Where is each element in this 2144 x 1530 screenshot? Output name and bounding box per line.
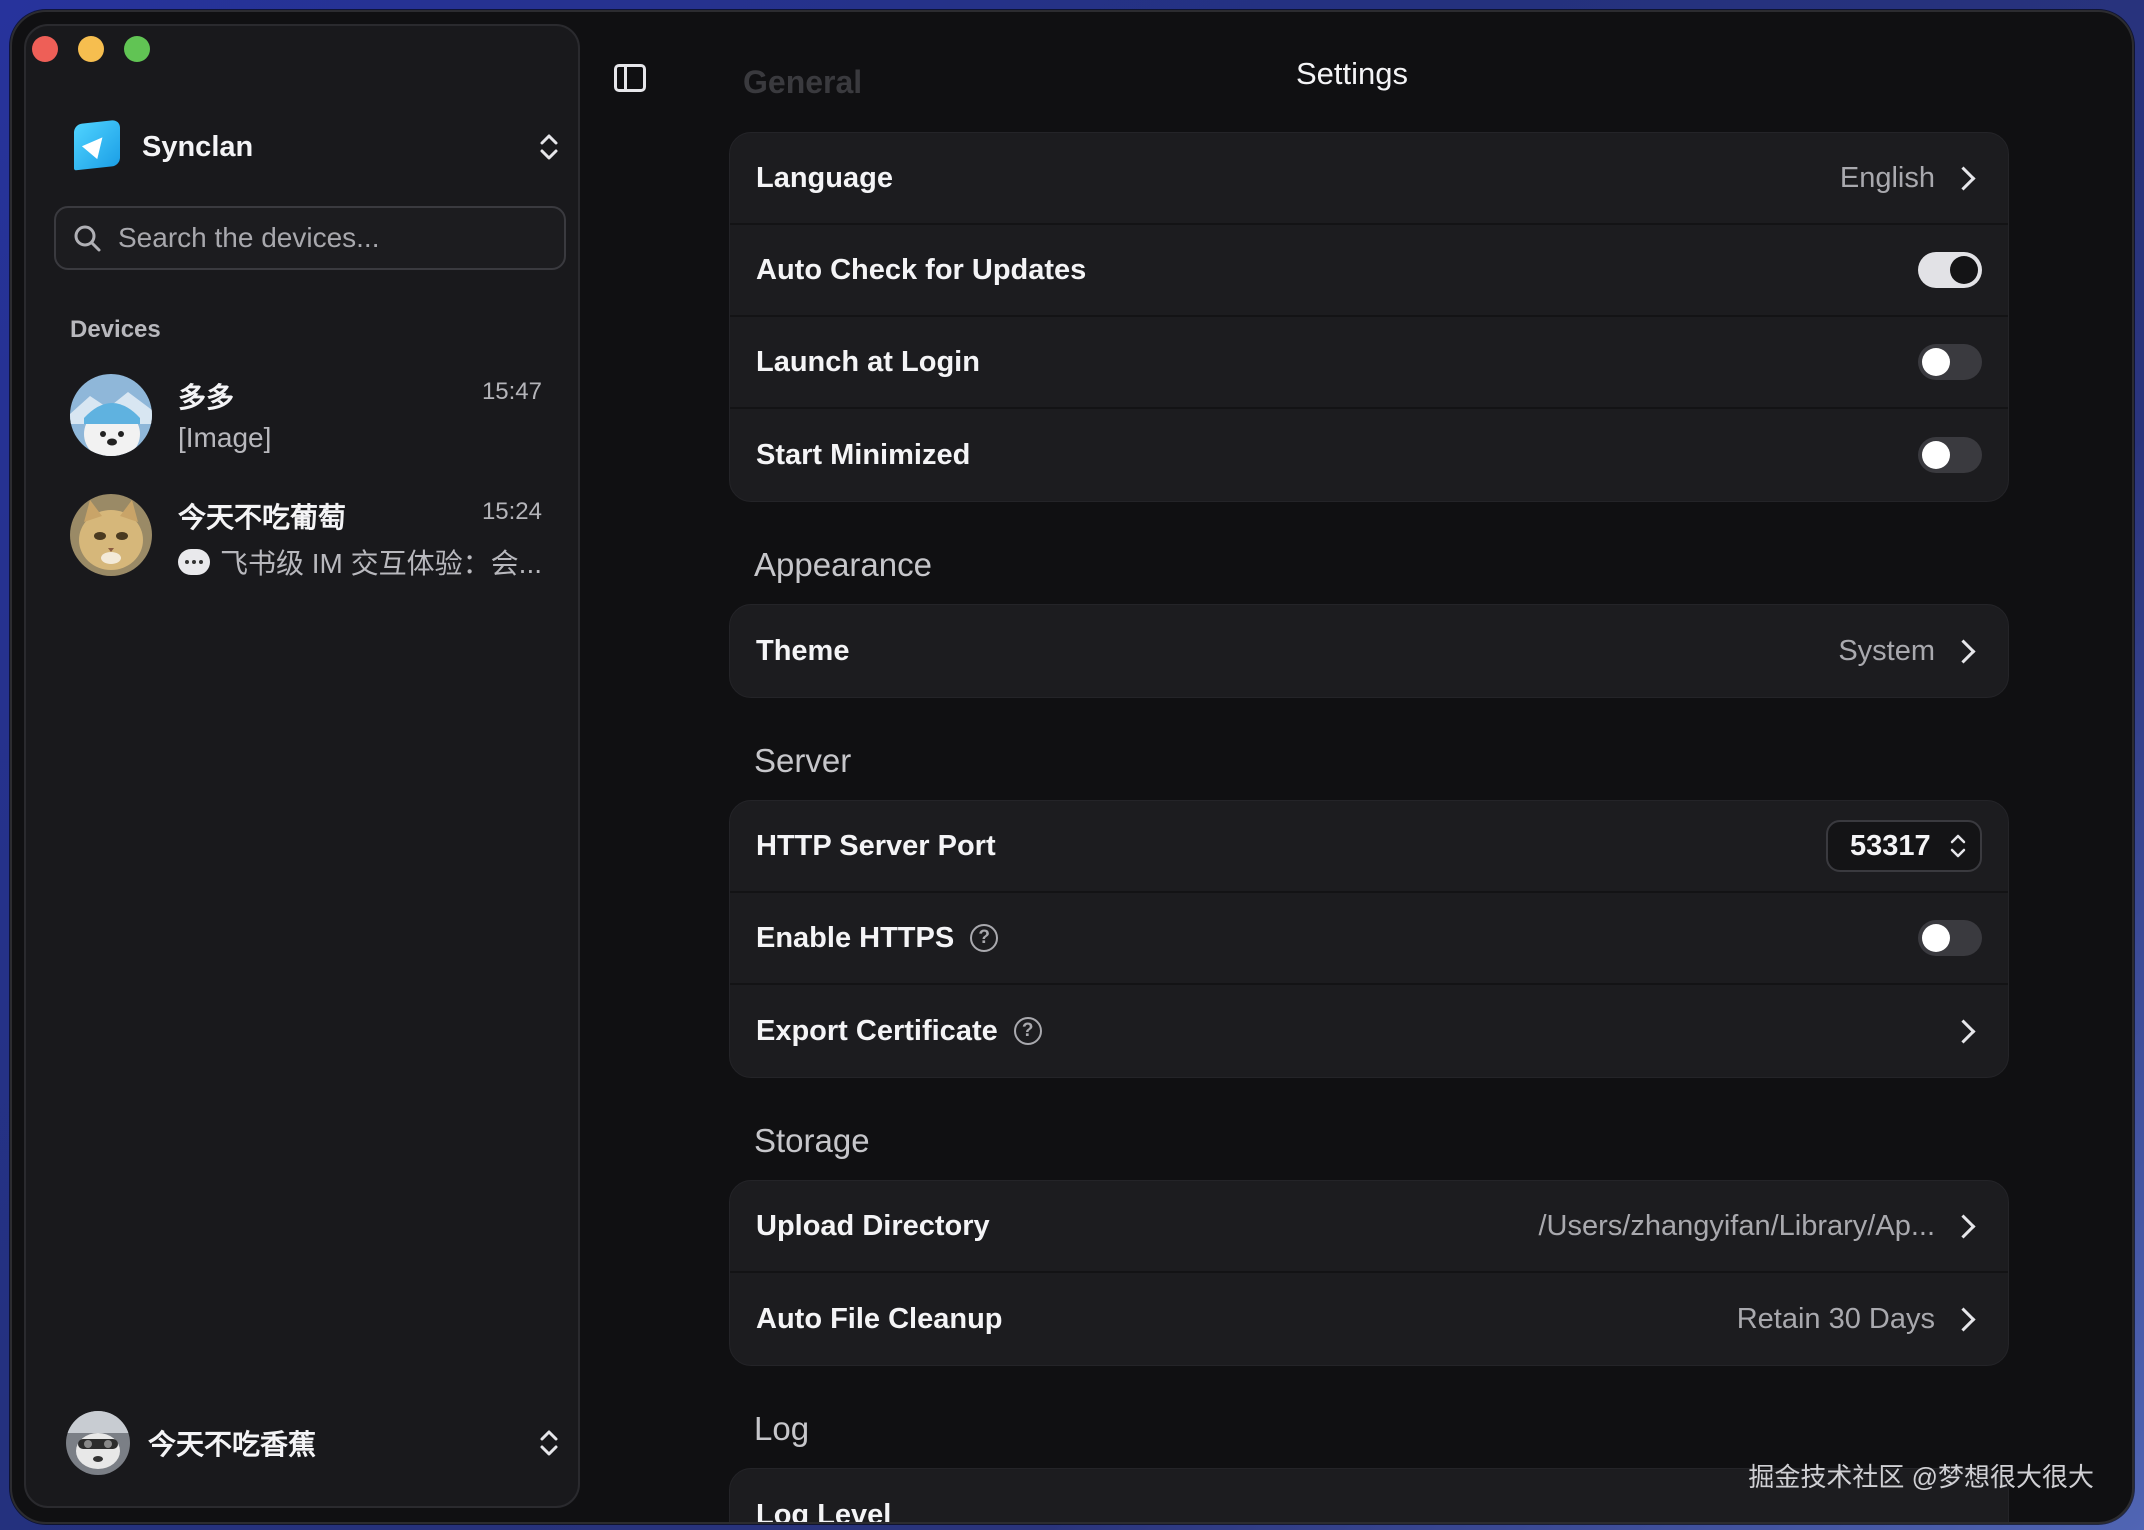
- preview-text: 飞书级 IM 交互体验：会...: [220, 548, 543, 579]
- search-icon: [74, 225, 101, 252]
- chevron-right-icon: [1951, 1306, 1976, 1332]
- chevron-right-icon: [1951, 1213, 1976, 1239]
- chevron-up-down-icon[interactable]: [1948, 830, 1968, 862]
- device-name: 今天不吃葡萄: [178, 502, 347, 533]
- http-port-label: HTTP Server Port: [756, 829, 996, 862]
- current-user-name: 今天不吃香蕉: [148, 1429, 317, 1460]
- storage-settings-card: Upload Directory /Users/zhangyifan/Libra…: [729, 1180, 2009, 1366]
- language-label: Language: [756, 161, 893, 194]
- device-item[interactable]: 今天不吃葡萄 15:24 飞书级 IM 交互体验：会...: [66, 486, 564, 582]
- avatar: [70, 374, 152, 456]
- enable-https-label: Enable HTTPS: [756, 921, 955, 954]
- export-certificate-row[interactable]: Export Certificate ?: [730, 985, 2008, 1077]
- enable-https-label-group: Enable HTTPS ?: [756, 921, 999, 955]
- devices-section-label: Devices: [70, 316, 161, 343]
- page-title: Settings: [1295, 56, 1408, 91]
- device-message-preview: [Image]: [178, 422, 271, 454]
- general-settings-card: Language English Auto Check for Updates …: [729, 132, 2009, 502]
- avatar: [70, 494, 152, 576]
- port-stepper[interactable]: [1826, 820, 1982, 872]
- storage-section-title: Storage: [754, 1122, 870, 1159]
- auto-update-row: Auto Check for Updates: [730, 225, 2008, 317]
- auto-update-toggle[interactable]: [1918, 252, 1982, 288]
- log-section-title: Log: [754, 1410, 810, 1447]
- auto-update-label: Auto Check for Updates: [756, 253, 1087, 286]
- chevron-right-icon: [1951, 165, 1976, 191]
- port-input[interactable]: [1848, 828, 1936, 864]
- upload-directory-value: /Users/zhangyifan/Library/Ap...: [1538, 1209, 1935, 1242]
- close-window-button[interactable]: [32, 36, 58, 62]
- start-minimized-row: Start Minimized: [730, 409, 2008, 501]
- server-settings-card: HTTP Server Port Enable HTTPS ?: [729, 800, 2009, 1078]
- help-icon[interactable]: ?: [970, 924, 999, 952]
- app-switcher[interactable]: Synclan: [74, 114, 564, 180]
- language-value: English: [1839, 161, 1935, 194]
- device-search[interactable]: [54, 206, 566, 270]
- chat-bubble-icon: [178, 549, 210, 575]
- device-time: 15:24: [481, 498, 542, 525]
- http-port-row: HTTP Server Port: [730, 801, 2008, 893]
- enable-https-toggle[interactable]: [1918, 920, 1982, 956]
- upload-directory-label: Upload Directory: [756, 1209, 990, 1242]
- theme-label: Theme: [756, 634, 850, 667]
- upload-directory-row[interactable]: Upload Directory /Users/zhangyifan/Libra…: [730, 1181, 2008, 1273]
- app-window: Synclan Devices 多多: [10, 10, 2134, 1524]
- launch-at-login-label: Launch at Login: [756, 345, 980, 378]
- start-minimized-toggle[interactable]: [1918, 437, 1982, 473]
- launch-at-login-toggle[interactable]: [1918, 344, 1982, 380]
- preview-text: [Image]: [178, 422, 272, 453]
- app-name: Synclan: [142, 130, 254, 163]
- minimize-window-button[interactable]: [78, 36, 104, 62]
- theme-row[interactable]: Theme System: [730, 605, 2008, 697]
- chevron-up-down-icon: [534, 1423, 564, 1463]
- device-time: 15:47: [481, 378, 542, 405]
- export-certificate-label: Export Certificate: [756, 1014, 998, 1047]
- export-certificate-label-group: Export Certificate ?: [756, 1015, 1042, 1048]
- language-row[interactable]: Language English: [730, 133, 2008, 225]
- auto-file-cleanup-value: Retain 30 Days: [1736, 1302, 1935, 1335]
- maximize-window-button[interactable]: [124, 36, 150, 62]
- auto-file-cleanup-label: Auto File Cleanup: [756, 1302, 1003, 1335]
- chevron-up-down-icon: [534, 127, 564, 167]
- auto-file-cleanup-row[interactable]: Auto File Cleanup Retain 30 Days: [730, 1273, 2008, 1365]
- settings-panel: General Settings Language English Auto C…: [592, 12, 2132, 1522]
- appearance-section-title: Appearance: [754, 546, 932, 583]
- chevron-right-icon: [1951, 1018, 1976, 1044]
- avatar: [66, 1411, 130, 1475]
- enable-https-row: Enable HTTPS ?: [730, 893, 2008, 985]
- watermark: 掘金技术社区 @梦想很大很大: [1748, 1462, 2094, 1492]
- help-icon[interactable]: ?: [1013, 1017, 1042, 1045]
- theme-value: System: [1838, 634, 1935, 667]
- window-controls: [32, 36, 150, 62]
- chevron-right-icon: [1951, 638, 1976, 664]
- server-section-title: Server: [754, 742, 852, 779]
- device-name: 多多: [178, 382, 235, 413]
- device-message-preview: 飞书级 IM 交互体验：会...: [178, 542, 542, 582]
- sidebar: Synclan Devices 多多: [24, 24, 580, 1508]
- search-input[interactable]: [116, 221, 540, 255]
- device-item[interactable]: 多多 15:47 [Image]: [66, 366, 564, 462]
- appearance-settings-card: Theme System: [729, 604, 2009, 698]
- settings-content: Language English Auto Check for Updates …: [729, 132, 2009, 1524]
- current-user-switcher[interactable]: 今天不吃香蕉: [66, 1408, 564, 1478]
- synclan-logo-icon: [74, 119, 120, 172]
- start-minimized-label: Start Minimized: [756, 438, 971, 471]
- log-level-label: Log Level: [756, 1498, 892, 1524]
- launch-at-login-row: Launch at Login: [730, 317, 2008, 409]
